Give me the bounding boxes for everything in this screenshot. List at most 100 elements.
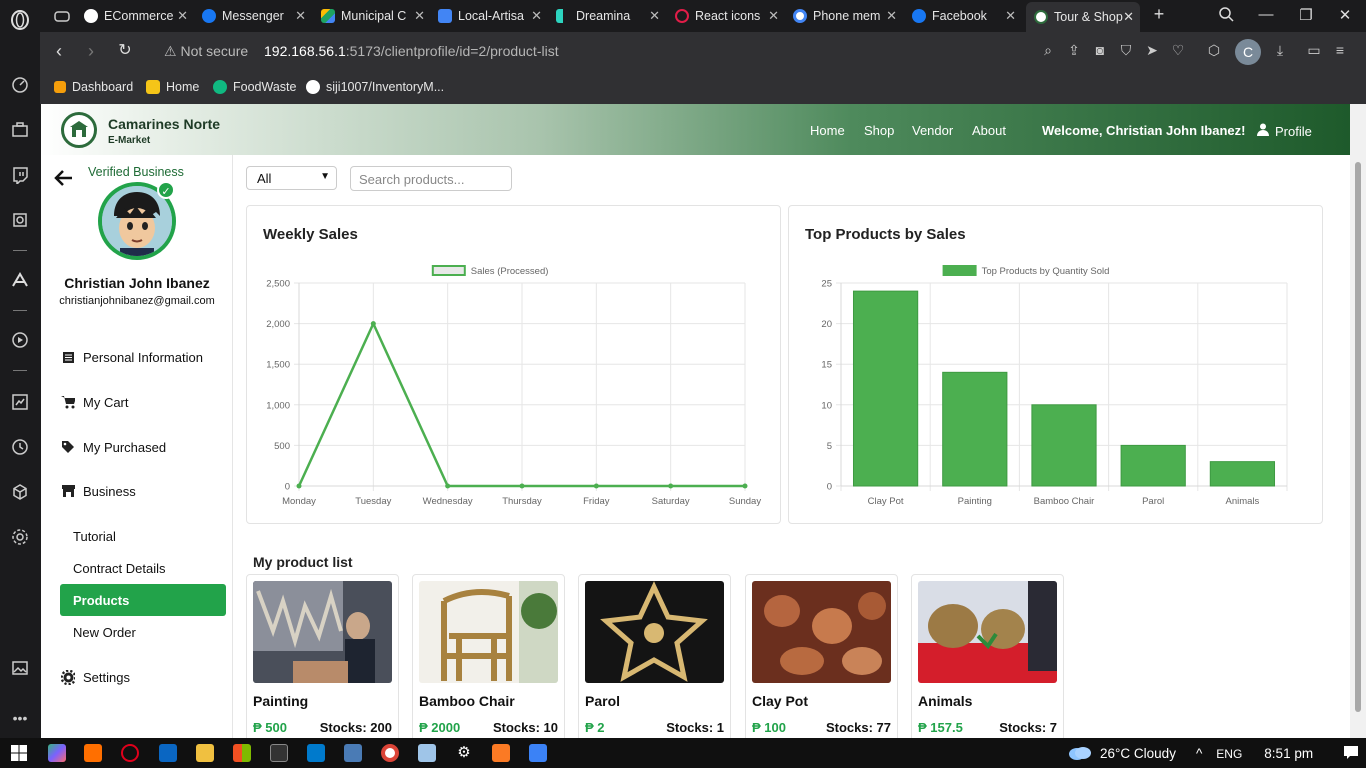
site-logo-icon[interactable] [61, 112, 97, 148]
tab-5[interactable]: React icons ✕ [675, 4, 779, 28]
cube-icon[interactable] [8, 480, 32, 504]
close-icon[interactable]: ✕ [768, 9, 779, 23]
menu-my-purchased[interactable]: My Purchased [61, 437, 166, 457]
vscode-icon[interactable] [307, 744, 325, 762]
window-close-icon[interactable]: ✕ [1335, 6, 1355, 24]
forward-nav-icon[interactable]: › [81, 41, 101, 61]
restore-icon[interactable]: ❐ [1296, 6, 1316, 24]
figma-icon[interactable] [84, 744, 102, 762]
settings-gear-icon[interactable] [8, 525, 32, 549]
product-card[interactable]: Painting ₱ 500 Stocks: 200 [246, 574, 399, 738]
briefcase-icon[interactable] [8, 118, 32, 142]
twitch-icon[interactable] [8, 163, 32, 187]
photos-icon[interactable] [529, 744, 547, 762]
heart-icon[interactable]: ♡ [1170, 42, 1186, 58]
submenu-tutorial[interactable]: Tutorial [73, 529, 116, 544]
download-icon[interactable]: ⤓ [1272, 42, 1288, 58]
store-taskbar-icon[interactable] [233, 744, 251, 762]
profile-link[interactable]: Profile [1257, 123, 1312, 139]
page-scrollbar[interactable] [1350, 104, 1366, 738]
menu-settings[interactable]: Settings [61, 667, 130, 687]
nav-home[interactable]: Home [810, 123, 845, 138]
notifications-icon[interactable] [1343, 745, 1359, 762]
submenu-contract-details[interactable]: Contract Details [73, 561, 165, 576]
minimize-icon[interactable]: — [1256, 6, 1276, 23]
submenu-products-active[interactable]: Products [60, 584, 226, 616]
bookmark-1[interactable]: Home [146, 77, 199, 97]
back-nav-icon[interactable]: ‹ [49, 41, 69, 61]
settings-taskbar-icon[interactable]: ⚙ [455, 744, 473, 762]
menu-personal-information[interactable]: Personal Information [61, 347, 203, 367]
nav-about[interactable]: About [972, 123, 1006, 138]
scrollbar-thumb[interactable] [1355, 162, 1361, 712]
gallery-icon[interactable] [8, 656, 32, 680]
weather-text[interactable]: 26°C Cloudy [1100, 746, 1176, 761]
product-card[interactable]: Animals ₱ 157.5 Stocks: 7 [911, 574, 1064, 738]
menu-business[interactable]: Business [61, 481, 136, 501]
close-icon[interactable]: ✕ [886, 9, 897, 23]
tab-6[interactable]: Phone mem ✕ [793, 4, 897, 28]
url-field[interactable]: 192.168.56.1:5173/clientprofile/id=2/pro… [264, 43, 559, 59]
product-card[interactable]: Bamboo Chair ₱ 2000 Stocks: 10 [412, 574, 565, 738]
windows-start-icon[interactable] [10, 744, 28, 762]
menu-my-cart[interactable]: My Cart [61, 392, 129, 412]
profile-avatar[interactable]: C [1235, 39, 1261, 65]
submenu-new-order[interactable]: New Order [73, 625, 136, 640]
new-tab-icon[interactable]: + [1149, 4, 1169, 25]
security-indicator[interactable]: ⚠ Not secure [164, 43, 248, 60]
close-icon[interactable]: ✕ [177, 9, 188, 23]
tab-2[interactable]: Municipal C ✕ [321, 4, 425, 28]
nav-vendor[interactable]: Vendor [912, 123, 953, 138]
terminal-icon[interactable] [270, 744, 288, 762]
clock[interactable]: 8:51 pm [1264, 746, 1313, 761]
camera-icon[interactable]: ◙ [1092, 42, 1108, 58]
tab-8-active[interactable]: Tour & Shop ✕ [1026, 2, 1140, 32]
cube-extension-icon[interactable]: ⬡ [1206, 42, 1222, 58]
search-tabs-icon[interactable] [1216, 6, 1236, 26]
close-icon[interactable]: ✕ [414, 9, 425, 23]
tab-1[interactable]: Messenger ✕ [202, 4, 306, 28]
close-icon[interactable]: ✕ [531, 9, 542, 23]
player-icon[interactable] [8, 328, 32, 352]
search-input[interactable]: Search products... [350, 166, 512, 191]
tab-4[interactable]: Dreamina ✕ [556, 4, 660, 28]
bookmark-3[interactable]: siji1007/InventoryM... [306, 77, 444, 97]
product-card[interactable]: Parol ₱ 2 Stocks: 1 [578, 574, 731, 738]
easy-setup-icon[interactable]: ≡ [1332, 42, 1348, 58]
aria-icon[interactable] [8, 268, 32, 292]
xampp-icon[interactable] [492, 744, 510, 762]
close-icon[interactable]: ✕ [649, 9, 660, 23]
copilot-icon[interactable] [48, 744, 66, 762]
extensions-icon[interactable] [8, 208, 32, 232]
workspaces-icon[interactable] [50, 4, 74, 28]
send-icon[interactable]: ➤ [1144, 42, 1160, 58]
tab-0[interactable]: ECommerce ✕ [84, 4, 188, 28]
opera-taskbar-icon[interactable] [121, 744, 139, 762]
close-icon[interactable]: ✕ [1123, 10, 1134, 24]
product-card[interactable]: Clay Pot ₱ 100 Stocks: 77 [745, 574, 898, 738]
chrome-icon[interactable] [381, 744, 399, 762]
close-icon[interactable]: ✕ [295, 9, 306, 23]
file-explorer-icon[interactable] [196, 744, 214, 762]
shield-icon[interactable]: ⛉ [1118, 42, 1134, 58]
history-icon[interactable] [8, 435, 32, 459]
close-icon[interactable]: ✕ [1005, 9, 1016, 23]
outlook-icon[interactable] [159, 744, 177, 762]
tab-7[interactable]: Facebook ✕ [912, 4, 1016, 28]
bookmark-2[interactable]: FoodWaste [213, 77, 296, 97]
bookmark-0[interactable]: Dashboard [54, 77, 133, 97]
back-arrow-icon[interactable] [53, 167, 75, 189]
tab-3[interactable]: Local-Artisa ✕ [438, 4, 542, 28]
nav-shop[interactable]: Shop [864, 123, 894, 138]
notepad-icon[interactable] [418, 744, 436, 762]
more-icon[interactable]: ••• [8, 706, 32, 730]
category-select[interactable]: All ▼ [246, 166, 337, 190]
opera-logo-icon[interactable] [8, 8, 32, 32]
chevron-up-icon[interactable]: ^ [1196, 746, 1202, 761]
zoom-search-icon[interactable]: ⌕ [1040, 42, 1056, 58]
speed-dial-icon[interactable] [8, 73, 32, 97]
share-icon[interactable]: ⇪ [1066, 42, 1082, 58]
language-indicator[interactable]: ENG [1216, 747, 1242, 761]
remote-desktop-icon[interactable] [344, 744, 362, 762]
battery-icon[interactable]: ▭ [1306, 42, 1322, 58]
